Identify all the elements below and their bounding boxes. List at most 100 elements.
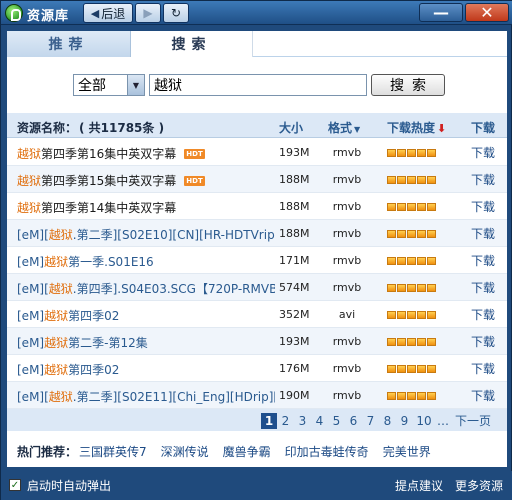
result-name[interactable]: [eM]越狱第二季-第12集 [17, 334, 275, 351]
popularity-block-icon [397, 338, 406, 346]
page-link[interactable]: 7 [362, 414, 379, 428]
format-column-header[interactable]: 格式 ▼ [328, 119, 360, 136]
autostart-checkbox[interactable]: ✓ [9, 479, 21, 491]
hot-item-link[interactable]: 完美世界 [383, 443, 431, 460]
popularity-block-icon [407, 338, 416, 346]
back-button[interactable]: ◀ 后退 [83, 3, 133, 23]
popularity-column-header[interactable]: 下载热度 ⬇ [387, 119, 446, 136]
popularity-block-icon [397, 311, 406, 319]
popularity-block-icon [407, 284, 416, 292]
download-link[interactable]: 下载 [471, 333, 495, 350]
autostart-label[interactable]: 启动时自动弹出 [27, 477, 111, 494]
page-link[interactable]: 9 [396, 414, 413, 428]
refresh-button[interactable]: ↻ [163, 3, 189, 23]
popularity-block-icon [397, 203, 406, 211]
popularity-block-icon [427, 284, 436, 292]
result-row[interactable]: [eM][越狱.第二季][S02E10][CN][HR-HDTVrip][188… [7, 220, 507, 247]
result-row[interactable]: [eM]越狱第四季02 176M rmvb 下载 [7, 355, 507, 382]
download-link[interactable]: 下载 [471, 306, 495, 323]
minimize-button[interactable]: — [419, 3, 463, 22]
result-name[interactable]: [eM][越狱.第二季][S02E11][Chi_Eng][HDrip][ [17, 388, 275, 405]
sort-down-icon: ⬇ [437, 122, 447, 135]
forward-button[interactable]: ▶ [135, 3, 161, 23]
page-link[interactable]: 5 [328, 414, 345, 428]
page-link[interactable]: 3 [294, 414, 311, 428]
download-link[interactable]: 下载 [471, 198, 495, 215]
result-name[interactable]: [eM]越狱第一季.S01E16 [17, 253, 275, 270]
arrow-right-icon: ▶ [143, 6, 153, 20]
download-link[interactable]: 下载 [471, 171, 495, 188]
hot-item-link[interactable]: 印加古毒蛙传奇 [285, 443, 369, 460]
popularity-block-icon [407, 311, 416, 319]
download-link[interactable]: 下载 [471, 225, 495, 242]
download-link[interactable]: 下载 [471, 360, 495, 377]
result-row[interactable]: [eM]越狱第一季.S01E16 171M rmvb 下载 [7, 247, 507, 274]
download-link[interactable]: 下载 [471, 387, 495, 404]
result-name-prefix: [eM][ [17, 228, 49, 242]
popularity-meter [387, 257, 436, 265]
result-row[interactable]: 越狱第四季第14集中英双字幕 188M rmvb 下载 [7, 193, 507, 220]
page-link[interactable]: 6 [345, 414, 362, 428]
hot-item-link[interactable]: 魔兽争霸 [223, 443, 271, 460]
chevron-down-icon: ▼ [127, 75, 144, 95]
search-scope-select[interactable]: 全部 ▼ [73, 74, 145, 96]
popularity-block-icon [407, 176, 416, 184]
popularity-block-icon [387, 365, 396, 373]
close-button[interactable]: ✕ [465, 3, 509, 22]
page-link[interactable]: 2 [277, 414, 294, 428]
size-column-header[interactable]: 大小 [279, 119, 303, 136]
download-link[interactable]: 下载 [471, 279, 495, 296]
popularity-meter [387, 311, 436, 319]
result-row[interactable]: 越狱第四季第15集中英双字幕 HDT 188M rmvb 下载 [7, 166, 507, 193]
hot-item-link[interactable]: 三国群英传7 [79, 443, 147, 460]
page-link[interactable]: 4 [311, 414, 328, 428]
suggest-link[interactable]: 提点建议 [395, 477, 443, 494]
result-format: rmvb [332, 200, 362, 213]
result-name-prefix: [eM] [17, 255, 45, 269]
result-row[interactable]: 越狱第四季第16集中英双字幕 HDT 193M rmvb 下载 [7, 139, 507, 166]
result-keyword: 越狱 [48, 390, 73, 404]
result-row[interactable]: [eM]越狱第四季02 352M avi 下载 [7, 301, 507, 328]
tab-recommend[interactable]: 推荐 [7, 31, 131, 57]
page-link[interactable]: 10 [413, 414, 435, 428]
popularity-block-icon [427, 392, 436, 400]
search-input[interactable] [149, 74, 367, 96]
popularity-block-icon [397, 230, 406, 238]
result-keyword: 越狱 [44, 336, 69, 350]
result-keyword: 越狱 [44, 255, 69, 269]
result-row[interactable]: [eM]越狱第二季-第12集 193M rmvb 下载 [7, 328, 507, 355]
result-name[interactable]: [eM]越狱第四季02 [17, 361, 275, 378]
result-name[interactable]: [eM]越狱第四季02 [17, 307, 275, 324]
download-column-header: 下载 [471, 121, 496, 135]
result-name-prefix: [eM][ [17, 390, 49, 404]
page-link[interactable]: 8 [379, 414, 396, 428]
titlebar: 资源库 ◀ 后退 ▶ ↻ — ✕ [1, 1, 512, 25]
popularity-meter [387, 365, 436, 373]
hot-item-link[interactable]: 深渊传说 [161, 443, 209, 460]
popularity-block-icon [427, 230, 436, 238]
popularity-block-icon [417, 338, 426, 346]
tab-search[interactable]: 搜索 [131, 31, 253, 57]
popularity-block-icon [387, 284, 396, 292]
download-link[interactable]: 下载 [471, 144, 495, 161]
search-row: 全部 ▼ 搜索 [7, 73, 507, 97]
result-size: 352M [279, 308, 310, 321]
next-page-link[interactable]: 下一页 [455, 412, 491, 429]
popularity-block-icon [407, 230, 416, 238]
search-button[interactable]: 搜索 [371, 74, 445, 96]
page-current[interactable]: 1 [261, 412, 277, 429]
result-format: rmvb [332, 227, 362, 240]
result-row[interactable]: [eM][越狱.第二季][S02E11][Chi_Eng][HDrip][190… [7, 382, 507, 409]
close-icon: ✕ [480, 3, 494, 22]
result-name[interactable]: [eM][越狱.第二季][S02E10][CN][HR-HDTVrip][ [17, 226, 275, 243]
result-name[interactable]: 越狱第四季第16集中英双字幕 HDT [17, 145, 275, 162]
result-name[interactable]: [eM][越狱.第四季].S04E03.SCG【720P-RMVB】 [17, 280, 275, 297]
download-link[interactable]: 下载 [471, 252, 495, 269]
result-row[interactable]: [eM][越狱.第四季].S04E03.SCG【720P-RMVB】 574M rm… [7, 274, 507, 301]
result-name[interactable]: 越狱第四季第15集中英双字幕 HDT [17, 172, 275, 189]
result-name-suffix: .第四季].S04E03.SCG【720P-RMVB】 [72, 282, 275, 296]
more-resources-link[interactable]: 更多资源 [455, 477, 503, 494]
result-name[interactable]: 越狱第四季第14集中英双字幕 [17, 199, 275, 216]
popularity-block-icon [387, 338, 396, 346]
result-format: rmvb [332, 335, 362, 348]
